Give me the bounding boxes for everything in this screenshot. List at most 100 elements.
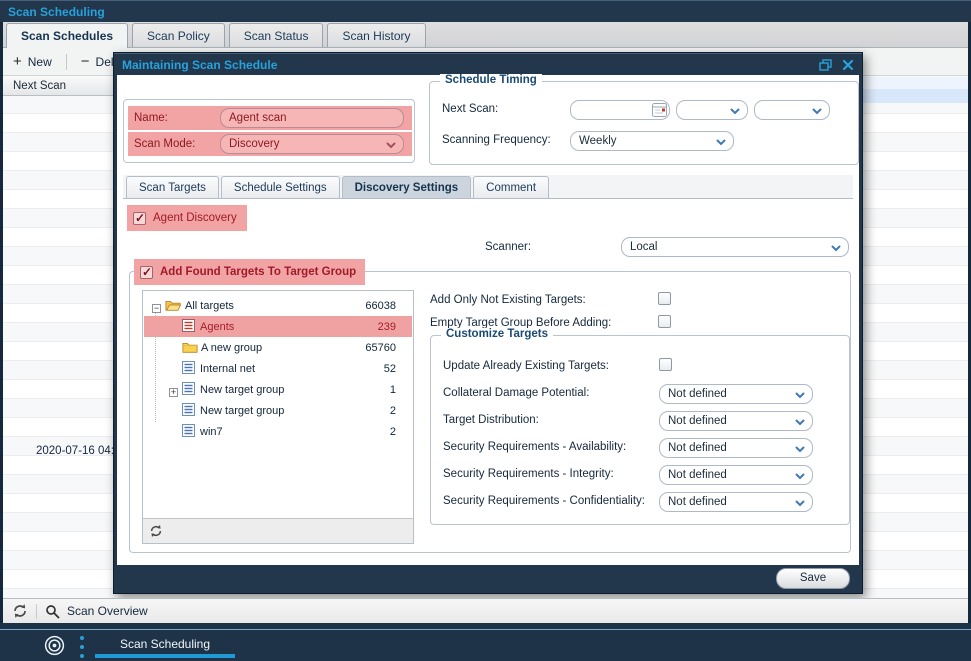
customize-targets-legend: Customize Targets <box>441 328 553 340</box>
folder-icon <box>182 340 198 354</box>
chevron-down-icon <box>730 108 740 115</box>
scanning-frequency-select[interactable]: Weekly <box>570 131 734 151</box>
bottom-statusbar: Scan Overview <box>3 598 968 623</box>
target-distribution-label: Target Distribution: <box>443 414 539 426</box>
application-window: Scan Scheduling Scan Schedules Scan Poli… <box>0 0 971 661</box>
close-icon[interactable] <box>842 59 854 71</box>
window-title: Scan Scheduling <box>8 5 105 19</box>
tree-item-count: 239 <box>378 321 396 333</box>
tab-scan-schedules[interactable]: Scan Schedules <box>6 23 128 48</box>
security-integrity-select[interactable]: Not defined <box>659 465 813 485</box>
tree-item-label: win7 <box>200 426 223 438</box>
tree-item-win7[interactable]: win7 2 <box>144 421 412 442</box>
collateral-damage-select[interactable]: Not defined <box>659 384 813 404</box>
add-found-targets-checkbox[interactable] <box>140 266 153 279</box>
tab-label: Schedule Settings <box>234 182 327 194</box>
update-existing-checkbox[interactable] <box>659 358 672 371</box>
refresh-icon[interactable] <box>149 524 163 538</box>
tree-item-label: Internal net <box>200 363 255 375</box>
chevron-down-icon <box>716 139 726 146</box>
next-scan-minute-select[interactable] <box>754 100 830 120</box>
scan-overview-label[interactable]: Scan Overview <box>67 604 148 618</box>
tree-item-label: New target group <box>200 384 284 396</box>
security-confidentiality-select[interactable]: Not defined <box>659 492 813 512</box>
restore-icon[interactable] <box>819 59 832 71</box>
dialog-body: Name: Agent scan Scan Mode: Discovery Sc… <box>117 75 859 565</box>
dialog-footer: Save <box>114 563 862 593</box>
tree-item-count: 1 <box>390 384 396 396</box>
tab-label: Scan Schedules <box>21 29 113 43</box>
security-availability-select[interactable]: Not defined <box>659 438 813 458</box>
search-icon[interactable] <box>45 604 60 619</box>
name-input[interactable]: Agent scan <box>220 108 404 128</box>
new-button[interactable]: + New <box>13 55 52 69</box>
refresh-icon[interactable] <box>12 603 28 619</box>
scanner-value: Local <box>630 241 658 253</box>
select-value: Not defined <box>668 388 727 400</box>
target-group-tree: − All targets 66038 Agents 239 <box>142 290 414 544</box>
tree-item-new-target-group-1[interactable]: New target group 1 <box>144 379 412 400</box>
select-value: Not defined <box>668 469 727 481</box>
dialog-titlebar[interactable]: Maintaining Scan Schedule <box>114 53 862 75</box>
tab-scan-history[interactable]: Scan History <box>327 23 425 47</box>
tab-scan-status[interactable]: Scan Status <box>229 23 324 47</box>
schedule-timing-legend: Schedule Timing <box>440 74 542 86</box>
calendar-icon[interactable] <box>652 103 667 117</box>
name-label: Name: <box>128 112 220 124</box>
scan-mode-select[interactable]: Discovery <box>220 134 404 154</box>
scan-mode-value: Discovery <box>229 138 279 150</box>
empty-group-checkbox[interactable] <box>658 315 671 328</box>
chevron-down-icon <box>795 500 805 507</box>
save-button-label: Save <box>800 572 826 584</box>
tree-item-a-new-group[interactable]: + A new group 65760 <box>144 337 412 358</box>
statusbar-separator <box>36 604 37 619</box>
taskbar-item-scan-scheduling[interactable]: Scan Scheduling <box>95 630 235 661</box>
scan-mode-row: Scan Mode: Discovery <box>128 132 412 156</box>
next-scan-hour-select[interactable] <box>676 100 748 120</box>
scanner-label: Scanner: <box>485 241 531 253</box>
tree-item-count: 66038 <box>365 300 396 312</box>
dialog-title: Maintaining Scan Schedule <box>122 58 819 72</box>
agent-discovery-checkbox-row[interactable]: Agent Discovery <box>127 205 247 231</box>
target-logo-icon[interactable] <box>44 635 65 656</box>
tree-item-agents[interactable]: Agents 239 <box>144 316 412 337</box>
scanner-select[interactable]: Local <box>621 237 849 257</box>
save-button[interactable]: Save <box>776 568 850 589</box>
tree-item-all-targets[interactable]: − All targets 66038 <box>144 295 412 316</box>
tab-schedule-settings[interactable]: Schedule Settings <box>221 176 340 198</box>
target-distribution-select[interactable]: Not defined <box>659 411 813 431</box>
tab-comment[interactable]: Comment <box>473 176 549 198</box>
chevron-down-icon <box>795 419 805 426</box>
tab-label: Scan Status <box>244 29 309 43</box>
add-found-targets-label: Add Found Targets To Target Group <box>160 266 356 278</box>
next-scan-date-input[interactable] <box>570 100 670 120</box>
agent-discovery-checkbox[interactable] <box>133 212 146 225</box>
tab-label: Scan History <box>342 29 410 43</box>
tab-scan-policy[interactable]: Scan Policy <box>132 23 225 47</box>
tree-item-count: 2 <box>390 426 396 438</box>
select-value: Not defined <box>668 442 727 454</box>
add-found-targets-legend[interactable]: Add Found Targets To Target Group <box>134 259 365 285</box>
collapse-icon[interactable]: − <box>152 304 161 313</box>
tab-scan-targets[interactable]: Scan Targets <box>126 176 219 198</box>
add-only-checkbox[interactable] <box>658 292 671 305</box>
toolbar-separator <box>66 54 67 70</box>
select-value: Not defined <box>668 496 727 508</box>
add-only-label: Add Only Not Existing Targets: <box>430 294 586 306</box>
chevron-down-icon <box>795 392 805 399</box>
main-tabstrip: Scan Schedules Scan Policy Scan Status S… <box>3 22 968 48</box>
target-list-icon <box>182 319 195 332</box>
tree-footer <box>143 518 413 543</box>
tree-item-count: 65760 <box>365 342 396 354</box>
tab-discovery-settings[interactable]: Discovery Settings <box>342 176 472 198</box>
scan-mode-label: Scan Mode: <box>128 138 220 150</box>
tab-label: Scan Policy <box>147 29 210 43</box>
identity-groupbox: Name: Agent scan Scan Mode: Discovery <box>123 99 415 163</box>
folder-open-icon <box>165 298 181 312</box>
target-list-icon <box>182 424 195 437</box>
taskbar-item-label: Scan Scheduling <box>95 637 235 651</box>
tree-item-new-target-group-2[interactable]: New target group 2 <box>144 400 412 421</box>
tree-item-internal-net[interactable]: Internal net 52 <box>144 358 412 379</box>
tree-item-label: New target group <box>200 405 284 417</box>
window-titlebar: Scan Scheduling <box>0 0 971 22</box>
